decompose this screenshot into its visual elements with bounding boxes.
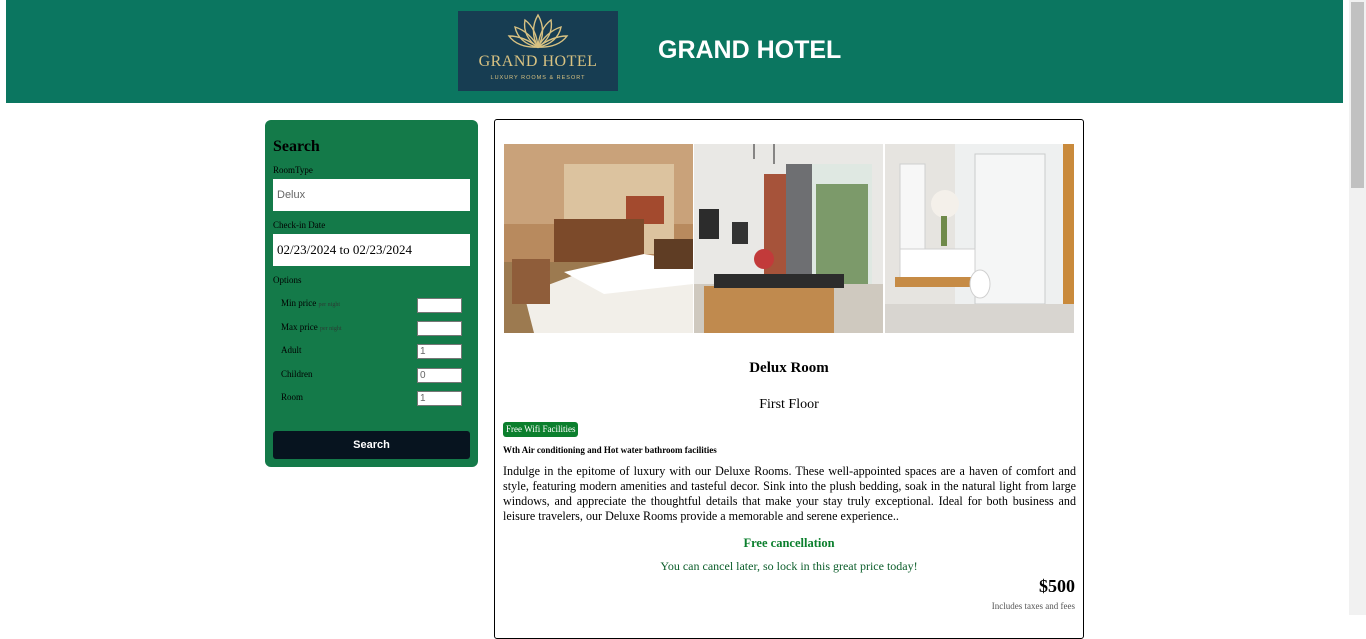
room-facilities: Wth Air conditioning and Hot water bathr…: [503, 445, 717, 455]
room-card: Delux Room First Floor Free Wifi Facilit…: [494, 119, 1084, 639]
children-input[interactable]: 0: [417, 368, 462, 383]
room-price: $500: [1039, 576, 1075, 596]
checkin-date-input[interactable]: 02/23/2024 to 02/23/2024: [273, 234, 470, 266]
site-header: GRAND HOTEL LUXURY ROOMS & RESORT GRAND …: [6, 0, 1343, 103]
search-panel: Search RoomType Delux Check-in Date 02/2…: [265, 120, 478, 467]
room-count-input[interactable]: 1: [417, 391, 462, 406]
free-cancellation-title: Free cancellation: [743, 536, 835, 550]
max-price-label: Max price per night: [281, 322, 342, 332]
adult-input[interactable]: 1: [417, 344, 462, 359]
hotel-logo[interactable]: GRAND HOTEL LUXURY ROOMS & RESORT: [458, 11, 618, 91]
page-scrollbar[interactable]: [1349, 0, 1366, 615]
room-type-label: RoomType: [273, 165, 313, 175]
max-price-input[interactable]: [417, 321, 462, 336]
bedroom-photo: [504, 144, 693, 333]
options-label: Options: [273, 275, 302, 285]
scrollbar-thumb[interactable]: [1351, 2, 1364, 188]
logo-tagline: LUXURY ROOMS & RESORT: [490, 75, 586, 81]
room-title: Delux Room: [749, 360, 829, 376]
bathroom-photo: [885, 144, 1074, 333]
room-count-label: Room: [281, 392, 304, 402]
logo-name: GRAND HOTEL: [478, 53, 598, 70]
dining-room-photo: [694, 144, 883, 333]
room-type-input[interactable]: Delux: [273, 179, 470, 211]
min-price-label: Min price per night: [281, 298, 340, 308]
wifi-badge: Free Wifi Facilities: [503, 422, 579, 437]
cancellation-note: You can cancel later, so lock in this gr…: [660, 559, 918, 573]
room-floor: First Floor: [759, 397, 819, 412]
tax-note: Includes taxes and fees: [991, 601, 1075, 611]
checkin-label: Check-in Date: [273, 220, 326, 230]
search-button[interactable]: Search: [273, 431, 470, 459]
children-label: Children: [281, 369, 313, 379]
search-title: Search: [273, 138, 320, 155]
room-description: Indulge in the epitome of luxury with ou…: [503, 464, 1076, 523]
min-price-input[interactable]: [417, 298, 462, 313]
site-title: GRAND HOTEL: [658, 36, 842, 64]
lotus-icon: [507, 13, 569, 49]
adult-label: Adult: [281, 345, 302, 355]
